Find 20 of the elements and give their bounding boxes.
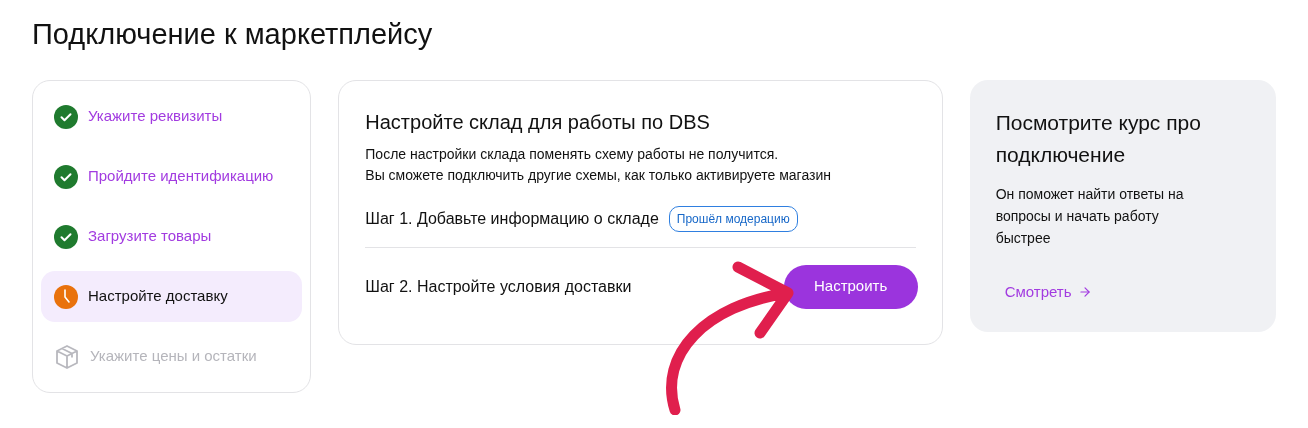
- check-icon: [54, 164, 78, 189]
- step-title: Шаг 2. Настройте условия доставки: [365, 276, 632, 297]
- card-title: Настройте склад для работы по DBS: [365, 110, 711, 135]
- step-title: Шаг 1. Добавьте информацию о складе: [365, 209, 659, 229]
- step-item[interactable]: Настройте доставку: [41, 271, 303, 322]
- status-badge: Прошёл модерацию: [668, 206, 798, 232]
- setup-button[interactable]: Настроить: [783, 264, 918, 309]
- description-text: После настройки склада поменять схему работы не получится.: [365, 145, 780, 164]
- description-text: Вы сможете подключить другие схемы, как только активируете магазин: [365, 166, 832, 185]
- course-title: Посмотрите курс про подключение: [995, 110, 1202, 168]
- check-icon: [54, 224, 78, 249]
- watch-link[interactable]: Смотреть: [1004, 281, 1092, 304]
- step-item[interactable]: Пройдите идентификацию: [41, 151, 303, 202]
- check-icon: [54, 104, 78, 129]
- course-text: Он поможет найти ответы на вопросы и начать работу быстрее: [995, 185, 1185, 248]
- box-icon: [54, 343, 80, 370]
- step-item[interactable]: Укажите реквизиты: [41, 91, 303, 142]
- clock-icon: [54, 284, 78, 309]
- page-title: Подключение к маркетплейсу: [32, 17, 434, 52]
- step-item[interactable]: Загрузите товары: [41, 211, 303, 262]
